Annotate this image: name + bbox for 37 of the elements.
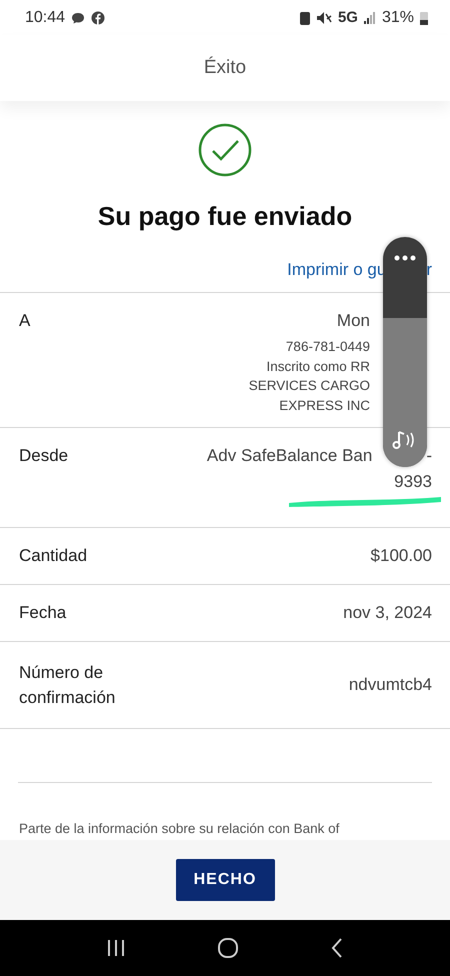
screen-title: Éxito	[204, 57, 246, 79]
enrolled-text: Inscrito como RR	[266, 358, 370, 376]
volume-panel[interactable]	[383, 237, 427, 467]
row-label: Número de confirmación	[19, 662, 116, 709]
success-heading: Su pago fue enviado	[96, 201, 354, 232]
account-dash: -	[426, 446, 432, 466]
battery-saver-icon	[300, 10, 310, 24]
signal-icon	[364, 12, 376, 24]
row-label: A	[19, 311, 30, 332]
recipient-name: Mon	[336, 311, 370, 331]
home-icon[interactable]	[216, 937, 239, 959]
recent-apps-icon[interactable]	[106, 938, 126, 958]
disclaimer-text: Parte de la información sobre su relación con Bank of	[18, 820, 340, 836]
account-name: Adv SafeBalance Ban	[206, 446, 372, 466]
row-label: Fecha	[19, 603, 66, 623]
success-check-icon	[198, 123, 252, 177]
row-value: nov 3, 2024	[343, 603, 432, 623]
row-value: ndvumtcb4	[348, 675, 432, 695]
row-label: Desde	[19, 446, 68, 467]
battery-icon	[420, 10, 428, 24]
clock: 10:44	[25, 8, 66, 26]
network-type: 5G	[338, 9, 358, 26]
battery-percent: 31%	[382, 8, 414, 26]
account-number: 9393	[394, 472, 432, 492]
more-icon[interactable]	[394, 255, 416, 261]
company-name: SERVICES CARGO	[248, 377, 370, 395]
social-app-icon	[91, 10, 106, 24]
print-link-end[interactable]: r	[426, 260, 432, 280]
company-name: EXPRESS INC	[279, 396, 370, 414]
row-value: $100.00	[370, 546, 432, 566]
volume-fill[interactable]	[383, 318, 427, 467]
chat-icon	[71, 12, 86, 24]
recipient-phone: 786-781-0449	[286, 338, 370, 356]
done-button[interactable]: HECHO	[176, 859, 274, 901]
back-icon[interactable]	[330, 937, 344, 959]
row-label: Cantidad	[19, 546, 88, 566]
mute-icon	[316, 10, 332, 24]
